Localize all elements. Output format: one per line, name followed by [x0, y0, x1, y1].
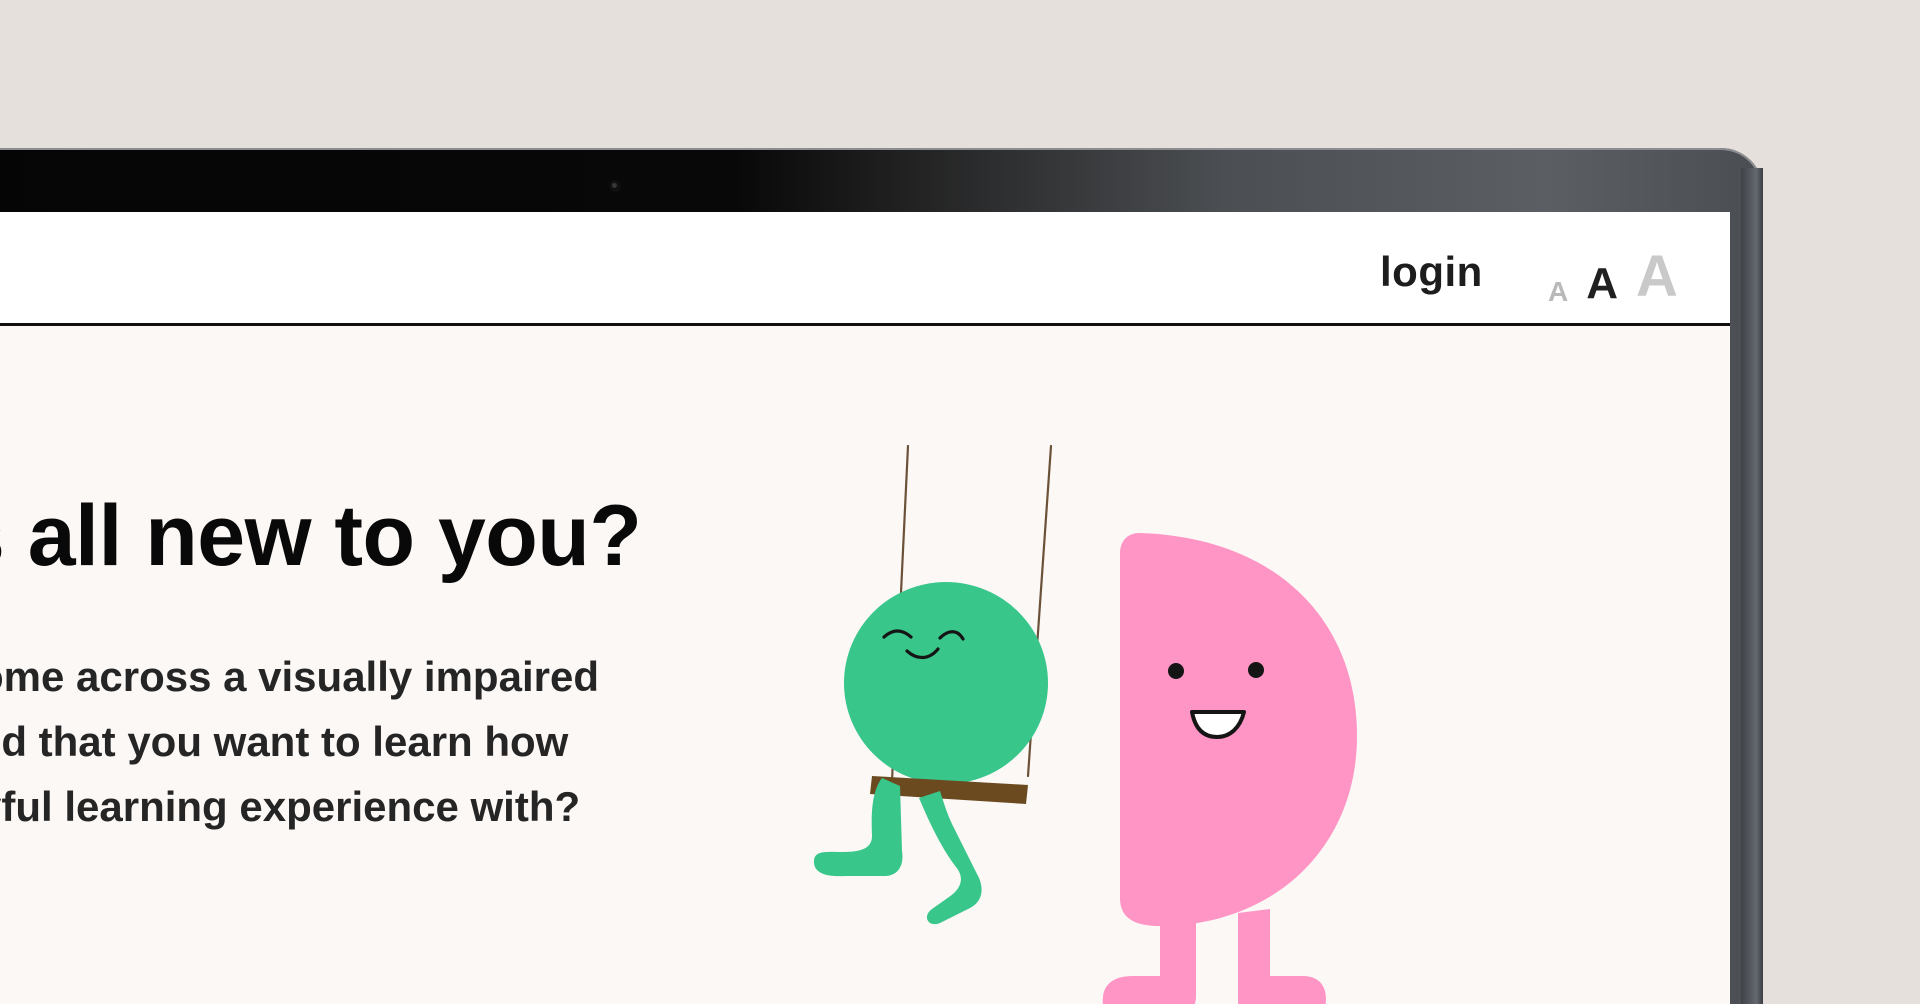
- login-link[interactable]: login: [1380, 248, 1483, 296]
- hero-description-line-1: ome across a visually impaired: [0, 653, 599, 700]
- decrease-font-size-button[interactable]: A: [1548, 278, 1568, 306]
- increase-font-size-button[interactable]: A: [1636, 248, 1678, 306]
- default-font-size-button[interactable]: A: [1586, 262, 1618, 306]
- pink-character-left-eye: [1168, 663, 1184, 679]
- green-character-body: [844, 582, 1048, 784]
- hero-section: s all new to you? ome across a visually …: [0, 326, 1730, 1004]
- pink-character-right-leg: [1238, 909, 1326, 1004]
- pink-character-left-leg: [1102, 916, 1196, 1004]
- green-character-right-leg: [919, 791, 982, 925]
- green-character-left-leg: [813, 778, 903, 877]
- webcam-icon: [609, 180, 621, 192]
- font-size-controls: A A A: [1548, 236, 1678, 306]
- pink-character-right-eye: [1248, 662, 1264, 678]
- top-navigation: login A A A: [0, 212, 1730, 326]
- website-screen: login A A A s all new to you? ome across…: [0, 212, 1730, 1004]
- hero-description-line-2: ild that you want to learn how: [0, 718, 569, 765]
- green-swing-character: [813, 582, 1048, 925]
- pink-character-body: [1120, 533, 1357, 926]
- hero-description: ome across a visually impaired ild that …: [0, 644, 658, 839]
- hero-heading: s all new to you?: [0, 488, 642, 584]
- friendly-characters-illustration: [813, 444, 1357, 1004]
- hero-description-line-3: yful learning experience with?: [0, 783, 581, 830]
- product-mockup-scene: login A A A s all new to you? ome across…: [0, 0, 1920, 1004]
- pink-character: [1102, 533, 1357, 1004]
